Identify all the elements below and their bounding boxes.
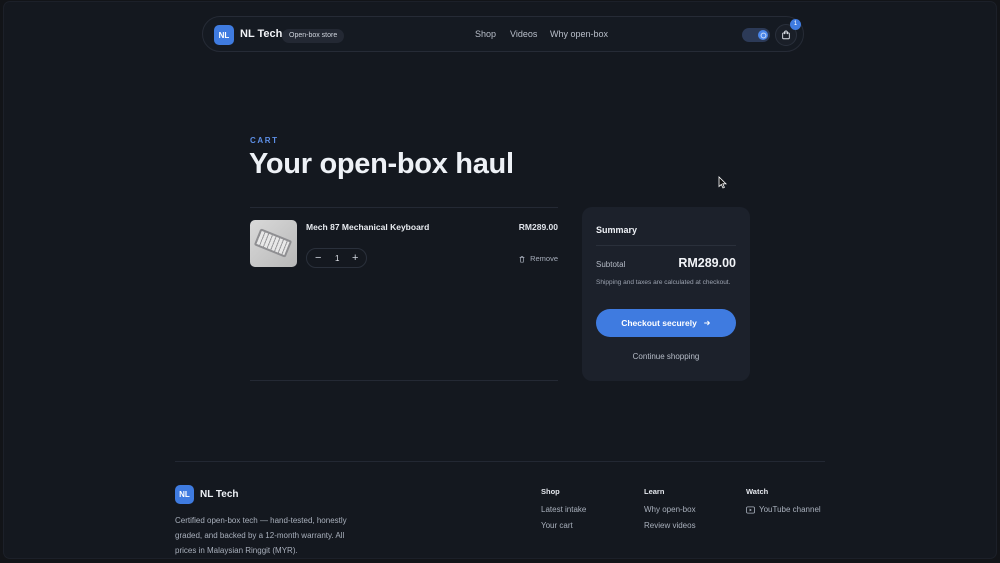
- checkout-label: Checkout securely: [621, 318, 697, 328]
- increase-quantity-button[interactable]: +: [352, 252, 358, 264]
- footer-heading-shop: Shop: [541, 487, 560, 496]
- theme-toggle-knob: [758, 30, 768, 40]
- footer-heading-learn: Learn: [644, 487, 665, 496]
- footer-link-youtube-channel[interactable]: YouTube channel: [746, 505, 821, 514]
- shopping-bag-icon: [782, 30, 790, 40]
- nav-link-videos[interactable]: Videos: [510, 29, 537, 39]
- footer-column-shop: Shop Latest intake Your cart: [541, 487, 586, 537]
- footer-link-why-open-box[interactable]: Why open-box: [644, 505, 696, 514]
- decrease-quantity-button[interactable]: −: [315, 252, 321, 264]
- footer-heading-watch: Watch: [746, 487, 769, 496]
- page-frame: NL NL Tech Open-box store Shop Videos Wh…: [4, 2, 996, 558]
- product-name[interactable]: Mech 87 Mechanical Keyboard: [306, 222, 429, 232]
- order-summary: Summary Subtotal RM289.00 Shipping and t…: [582, 207, 750, 381]
- quantity-stepper: − 1 +: [306, 248, 367, 268]
- play-icon: [746, 505, 755, 514]
- moon-icon: [760, 32, 766, 38]
- page-title: Your open-box haul: [249, 148, 514, 180]
- theme-toggle[interactable]: [742, 28, 770, 42]
- mouse-cursor-icon: [718, 176, 727, 189]
- trash-icon: [519, 255, 525, 263]
- footer-column-watch: Watch YouTube channel: [746, 487, 821, 521]
- nav-link-shop[interactable]: Shop: [475, 29, 496, 39]
- top-navbar: NL NL Tech Open-box store Shop Videos Wh…: [202, 16, 804, 52]
- arrow-right-icon: [703, 320, 710, 326]
- summary-title: Summary: [596, 225, 638, 235]
- footer-description: Certified open-box tech — hand-tested, h…: [175, 516, 347, 555]
- summary-divider: [596, 245, 736, 246]
- cart-button[interactable]: 1: [775, 19, 801, 46]
- product-price: RM289.00: [518, 222, 558, 232]
- store-badge: Open-box store: [282, 29, 345, 43]
- checkout-button[interactable]: Checkout securely: [596, 309, 736, 337]
- nav-link-why-open-box[interactable]: Why open-box: [550, 29, 608, 39]
- footer-logo-badge[interactable]: NL: [175, 485, 194, 504]
- shipping-note: Shipping and taxes are calculated at che…: [596, 279, 731, 286]
- subtotal-label: Subtotal: [596, 260, 626, 269]
- subtotal-value: RM289.00: [678, 256, 736, 270]
- page-eyebrow: CART: [250, 136, 279, 145]
- footer-column-learn: Learn Why open-box Review videos: [644, 487, 696, 537]
- footer-divider: [175, 461, 825, 462]
- youtube-channel-label: YouTube channel: [759, 505, 821, 514]
- logo-badge[interactable]: NL: [214, 25, 234, 45]
- footer-brand-name[interactable]: NL Tech: [200, 489, 239, 500]
- footer-link-review-videos[interactable]: Review videos: [644, 521, 696, 530]
- remove-label: Remove: [530, 254, 558, 263]
- footer-link-latest-intake[interactable]: Latest intake: [541, 505, 586, 514]
- brand-name[interactable]: NL Tech: [240, 28, 282, 40]
- cart-count-badge: 1: [790, 19, 801, 30]
- footer-link-your-cart[interactable]: Your cart: [541, 521, 586, 530]
- cart-items-list: Mech 87 Mechanical Keyboard RM289.00 − 1…: [250, 207, 558, 381]
- continue-shopping-link[interactable]: Continue shopping: [582, 352, 750, 361]
- remove-item-button[interactable]: Remove: [518, 254, 558, 263]
- keyboard-image: [253, 228, 293, 258]
- quantity-value: 1: [335, 254, 340, 263]
- product-thumbnail[interactable]: [250, 220, 297, 267]
